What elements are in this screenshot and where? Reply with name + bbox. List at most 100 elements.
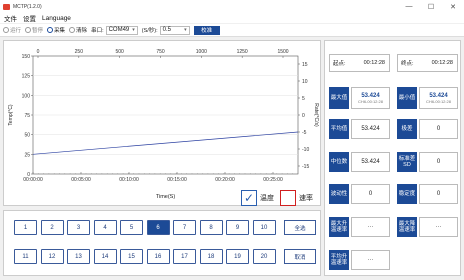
end-value: 00:12:28 (431, 60, 453, 66)
y-left-axis-label: Temp(°C) (8, 104, 14, 126)
window-title: MCTP(1.2.0) (13, 3, 42, 10)
port-select[interactable]: COM49 ▾ (105, 25, 138, 35)
collect-button[interactable]: 采集 (47, 26, 65, 34)
x-tick-label: 00:20:00 (215, 177, 235, 183)
legend-rate[interactable]: 速率 (280, 190, 313, 206)
channel-button-12[interactable]: 12 (40, 249, 64, 264)
legend-rate-label: 速率 (299, 195, 313, 202)
stability-value-box: 0 (419, 184, 458, 204)
maximize-button[interactable]: ☐ (420, 0, 442, 13)
top-tick-label: 750 (156, 49, 165, 55)
legend-temp[interactable]: ✓ 温度 (241, 190, 274, 206)
median-value-box: 53.424 (351, 152, 390, 172)
max-sub: CH6-00:12:28 (358, 98, 383, 104)
clear-label: 清除 (76, 28, 88, 34)
clear-button[interactable]: 清除 (69, 26, 87, 34)
stability-label: 稳定度 (397, 184, 417, 204)
channel-button-18[interactable]: 18 (199, 249, 223, 264)
select-all-button[interactable]: 全选 (284, 220, 316, 235)
start-label: 起点: (333, 61, 346, 67)
y-left-tick-label: 25 (24, 152, 30, 158)
temperature-chart: 1501251007550250151050-5-10-150 250 500 750… (8, 49, 319, 200)
channel-button-14[interactable]: 14 (93, 249, 117, 264)
x-axis-label: Time(S) (156, 194, 176, 200)
avg-label: 平均值 (329, 119, 349, 139)
y-right-tick-label: -15 (302, 164, 309, 170)
channel-button-5[interactable]: 5 (120, 220, 143, 235)
cancel-button[interactable]: 取消 (284, 249, 316, 264)
median-value: 53.424 (361, 159, 380, 165)
channel-button-11[interactable]: 11 (14, 249, 37, 264)
channel-panel: 全选 取消 1 2 3 4 5 6 7 8 9 10 11 12 13 14 15 16 17 18 19 20 (3, 210, 321, 276)
top-tick-label: 1500 (277, 49, 288, 55)
top-tick-label: 0 (37, 49, 40, 55)
menu-language[interactable]: Language (42, 15, 71, 22)
channel-button-8[interactable]: 8 (199, 220, 223, 235)
toolbar: 运行 暂停 采集 清除 串口: COM49 ▾ (S/秒): 0.5 ▾ 校准 (0, 24, 464, 37)
min-value-box: 53.424 CH6-00:12:28 (419, 87, 458, 109)
y-left-tick-label: 125 (22, 74, 31, 80)
channel-button-13[interactable]: 13 (67, 249, 90, 264)
max-heating-rate-label: 最大升 温速率 (329, 217, 349, 237)
collect-icon (47, 27, 54, 33)
y-right-tick-label: 15 (302, 62, 308, 68)
channel-button-4[interactable]: 4 (93, 220, 117, 235)
stats-panel: 起点: 00:12:28 终点: 00:12:28 最大值 53.424 CH6… (324, 40, 461, 276)
range-value-box: 0 (419, 119, 458, 139)
top-tick-label: 1000 (196, 49, 207, 55)
volatility-value-box: 0 (351, 184, 390, 204)
y-right-tick-label: 5 (302, 96, 305, 102)
stop-button[interactable]: 暂停 (25, 26, 43, 34)
channel-button-17[interactable]: 17 (173, 249, 196, 264)
menu-settings[interactable]: 设置 (23, 13, 36, 23)
run-button[interactable]: 运行 (3, 26, 21, 34)
channel-button-2[interactable]: 2 (40, 220, 64, 235)
minimize-button[interactable]: — (398, 0, 420, 13)
channel-button-9[interactable]: 9 (226, 220, 249, 235)
checkbox-temp[interactable]: ✓ (241, 190, 257, 206)
channel-button-6[interactable]: 6 (146, 220, 170, 235)
sd-value: 0 (436, 159, 441, 165)
rate-select[interactable]: 0.5 ▾ (159, 25, 190, 35)
clear-icon (69, 27, 76, 33)
calibrate-button[interactable]: 校准 (193, 25, 220, 35)
close-button[interactable]: ✕ (442, 0, 464, 13)
x-tick-label: 00:00:00 (23, 177, 43, 183)
y-right-tick-label: 10 (302, 79, 308, 85)
stability-value: 0 (436, 191, 441, 197)
y-right-tick-label: -10 (302, 147, 309, 153)
avg-heating-rate-value: ··· (367, 257, 374, 263)
menu-file[interactable]: 文件 (4, 13, 17, 23)
median-label: 中位数 (329, 152, 349, 172)
channel-button-1[interactable]: 1 (14, 220, 37, 235)
y-left-tick-label: 150 (22, 54, 31, 60)
channel-button-3[interactable]: 3 (67, 220, 90, 235)
chart-panel: 150 125 100 75 50 25 0 15 10 5 0 -5 -10 -15 0 250 500 750… (3, 40, 321, 206)
avg-value-box: 53.424 (351, 119, 390, 139)
max-cooling-rate-value: ··· (435, 224, 442, 230)
sd-value-box: 0 (419, 152, 458, 172)
y-left-tick-label: 50 (24, 133, 30, 139)
channel-button-10[interactable]: 10 (252, 220, 276, 235)
port-label: 串口: (91, 28, 104, 34)
channel-button-20[interactable]: 20 (252, 249, 276, 264)
channel-button-15[interactable]: 15 (120, 249, 143, 264)
volatility-label: 波动性 (329, 184, 349, 204)
chevron-down-icon: ▾ (132, 27, 135, 33)
x-tick-label: 00:05:00 (71, 177, 91, 183)
max-cooling-rate-box: ··· (419, 217, 458, 237)
volatility-value: 0 (368, 191, 373, 197)
chevron-down-icon: ▾ (184, 27, 187, 33)
channel-button-16[interactable]: 16 (146, 249, 170, 264)
y-left-tick-label: 75 (24, 113, 30, 119)
legend-temp-label: 温度 (260, 195, 274, 202)
start-field: 起点: 00:12:28 (329, 54, 390, 72)
channel-button-19[interactable]: 19 (226, 249, 249, 264)
channel-button-7[interactable]: 7 (173, 220, 196, 235)
checkbox-rate[interactable] (280, 190, 296, 206)
max-heating-rate-box: ··· (351, 217, 390, 237)
x-tick-label: 00:25:00 (263, 177, 283, 183)
y-right-tick-label: -5 (302, 130, 307, 136)
range-value: 0 (436, 126, 441, 132)
range-label: 极差 (397, 119, 417, 139)
